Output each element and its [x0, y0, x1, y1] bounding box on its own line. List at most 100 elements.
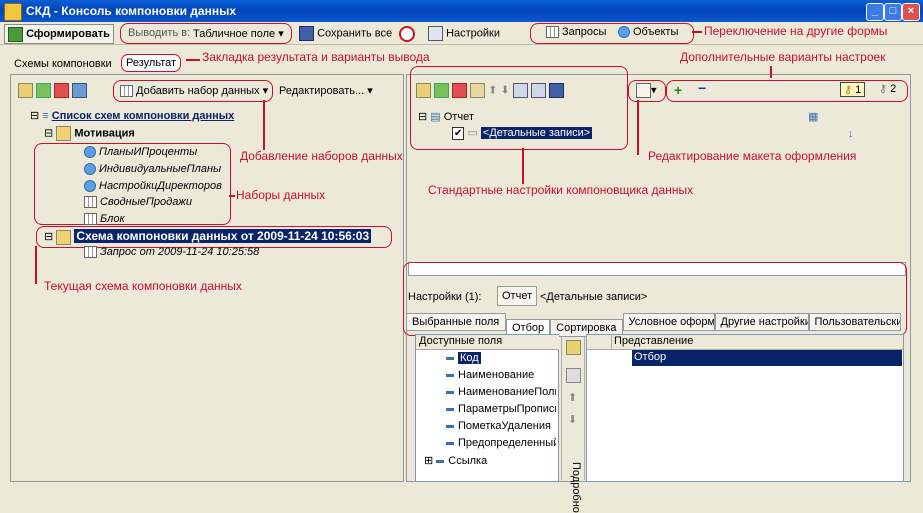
query-icon — [84, 180, 96, 193]
field-label: ПараметрыПрописи — [458, 403, 556, 415]
query-icon — [84, 146, 96, 159]
collapse-icon[interactable]: ⊟ — [44, 231, 53, 243]
add-dataset-button[interactable]: Добавить набор данных ▾ — [120, 84, 268, 98]
queries-button[interactable]: Запросы — [546, 26, 606, 39]
tree-root[interactable]: ⊟ ≡ Список схем компоновки данных — [30, 109, 234, 122]
field-icon — [446, 407, 454, 411]
tab-conditional[interactable]: Условное оформление — [622, 313, 715, 331]
edit-label: Редактировать... — [279, 85, 365, 97]
expand-icon[interactable]: ⊞ — [424, 455, 433, 467]
save-icon[interactable] — [548, 83, 564, 98]
key-icon: ⚷ — [844, 84, 853, 96]
table-icon — [84, 213, 97, 226]
tree-motivation-label: Мотивация — [74, 127, 135, 140]
group-icon[interactable] — [512, 83, 528, 98]
scheme-icon — [56, 126, 72, 141]
window-title: СКД - Консоль компоновки данных — [26, 4, 236, 18]
variant-2-label: 2 — [890, 83, 897, 95]
run-label: Сформировать — [26, 28, 110, 40]
sort-icon[interactable]: ↓ — [848, 128, 854, 140]
output-select[interactable]: Табличное поле ▾ — [193, 27, 284, 40]
move-icon[interactable] — [72, 83, 88, 98]
field-item[interactable]: НаименованиеПолное — [446, 386, 556, 398]
tab-result[interactable]: Результат — [121, 54, 182, 72]
tree-root-label: Список схем компоновки данных — [51, 110, 235, 122]
report-node[interactable]: ⊟ ▤ Отчет — [418, 110, 474, 123]
dataset-item[interactable]: СводныеПродажи — [84, 196, 192, 209]
edit-button[interactable]: Редактировать... ▾ — [279, 84, 373, 97]
collapse-icon[interactable]: ⊟ — [418, 111, 427, 123]
delete-scheme-icon[interactable] — [54, 83, 70, 98]
variant-1-button[interactable]: ⚷ 1 — [840, 82, 866, 97]
detail-node[interactable]: ✔ ▭ <Детальные записи> — [452, 126, 593, 140]
add-filter-icon[interactable] — [566, 340, 581, 355]
annotation-line — [770, 66, 772, 78]
field-item[interactable]: Наименование — [446, 369, 534, 381]
field-item[interactable]: ПометкаУдаления — [446, 420, 556, 432]
variant-2-button[interactable]: ⚷ 2 — [876, 82, 899, 95]
arrow-up-icon[interactable]: ⬆ — [488, 84, 497, 96]
arrow-up-icon[interactable]: ⬆ — [568, 391, 577, 404]
tab-user[interactable]: Пользовательские — [808, 313, 901, 331]
add-scheme-icon[interactable] — [18, 83, 33, 98]
checkbox-checked-icon[interactable]: ✔ — [452, 127, 465, 140]
annotation-layout-edit: Редактирование макета оформления — [648, 149, 857, 163]
annotation-line — [637, 100, 639, 155]
add-variant-icon[interactable]: + — [674, 82, 682, 98]
tab-schemes[interactable]: Схемы компоновки — [14, 58, 112, 70]
field-item[interactable]: ПараметрыПрописи — [446, 403, 556, 415]
minimize-button[interactable]: _ — [866, 3, 884, 21]
filter-toolbar — [561, 336, 585, 480]
arrow-down-icon[interactable]: ⬇ — [501, 84, 510, 96]
collapse-icon[interactable]: ⊟ — [30, 110, 39, 122]
field-label: ПометкаУдаления — [458, 420, 551, 432]
tree-query[interactable]: Запрос от 2009-11-24 10:25:58 — [84, 246, 260, 259]
tab-selected-fields[interactable]: Выбранные поля — [406, 313, 506, 331]
annotation-line — [186, 59, 200, 61]
tab-other[interactable]: Другие настройки — [714, 313, 809, 331]
add-item-icon[interactable] — [434, 83, 450, 98]
maximize-button[interactable]: □ — [884, 3, 902, 21]
save-all-label: Сохранить все — [317, 27, 393, 40]
edit-item-icon[interactable] — [470, 83, 486, 98]
close-button[interactable]: × — [902, 3, 920, 21]
field-label: Наименование — [458, 369, 535, 381]
run-icon — [8, 26, 23, 42]
object-icon — [618, 26, 630, 39]
dataset-item[interactable]: ИндивидуальныеПланы — [84, 163, 221, 176]
ungroup-icon[interactable] — [530, 83, 546, 98]
output-label: Выводить в: — [128, 27, 191, 39]
dataset-item[interactable]: НастройкиДиректоров — [84, 180, 222, 193]
field-item[interactable]: Предопределенный — [446, 437, 556, 449]
field-item[interactable]: Код — [446, 352, 481, 364]
field-item[interactable]: ⊞ Ссылка — [424, 454, 487, 467]
objects-button[interactable]: Объекты — [618, 26, 678, 39]
delete-filter-icon[interactable] — [566, 368, 581, 383]
run-button[interactable]: Сформировать — [4, 24, 114, 44]
field-icon — [446, 356, 454, 360]
query-label: Запрос от 2009-11-24 10:25:58 — [100, 246, 260, 258]
add-group-icon[interactable] — [416, 83, 431, 98]
settings-detail-label: <Детальные записи> — [540, 291, 648, 303]
save-all-button[interactable]: Сохранить все — [299, 26, 392, 41]
delete-item-icon[interactable] — [452, 83, 468, 98]
annotation-standard-settings: Стандартные настройки компоновщика данны… — [428, 183, 694, 197]
tree-current-scheme[interactable]: ⊟ Схема компоновки данных от 2009-11-24 … — [44, 229, 372, 245]
field-icon — [446, 390, 454, 394]
details-vertical-label[interactable]: Подробно — [570, 462, 582, 513]
settings-button[interactable]: Настройки — [428, 26, 500, 41]
annotation-current-scheme: Текущая схема компоновки данных — [44, 279, 242, 293]
delete-icon[interactable] — [399, 26, 415, 42]
report-label: Отчет — [443, 111, 474, 123]
arrow-down-icon[interactable]: ⬇ — [568, 413, 577, 426]
remove-variant-icon[interactable]: − — [698, 80, 706, 96]
dataset-item[interactable]: ПланыИПроценты — [84, 146, 197, 159]
field-label: НаименованиеПолное — [458, 386, 556, 398]
add-child-icon[interactable] — [36, 83, 52, 98]
settings-report-button[interactable]: Отчет — [497, 286, 538, 306]
tree-motivation[interactable]: ⊟ Мотивация — [44, 126, 135, 141]
dataset-item[interactable]: Блок — [84, 213, 125, 226]
layout-edit-button[interactable]: ▾ — [636, 83, 657, 98]
collapse-icon[interactable]: ⊟ — [44, 127, 53, 139]
structure-icon[interactable]: ▦ — [808, 110, 818, 123]
